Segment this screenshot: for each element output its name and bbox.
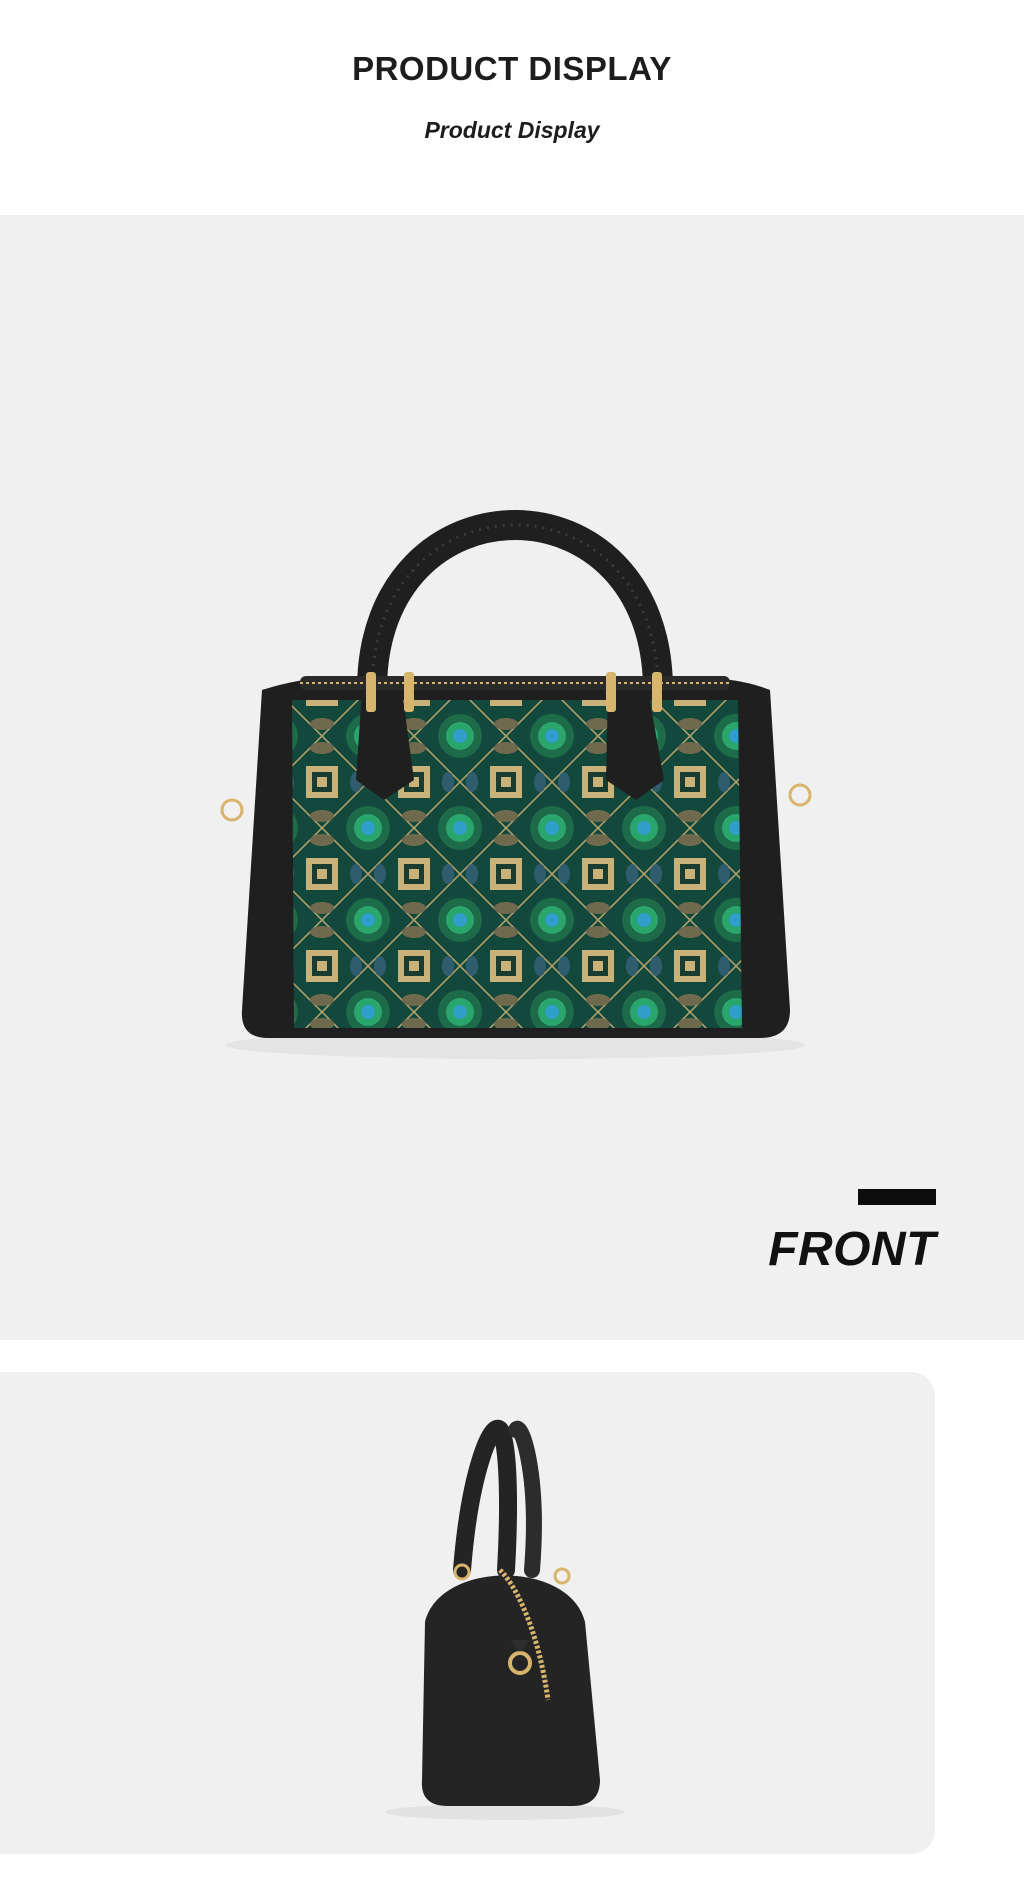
front-bag-image: [220, 510, 812, 1059]
page-subtitle: Product Display: [424, 117, 600, 143]
front-label: FRONT: [768, 1223, 936, 1276]
section-header: PRODUCT DISPLAY Product Display: [0, 0, 1024, 215]
front-label-bar: [858, 1189, 936, 1205]
side-bag-image: [385, 1419, 625, 1820]
page-title: PRODUCT DISPLAY: [352, 50, 672, 87]
